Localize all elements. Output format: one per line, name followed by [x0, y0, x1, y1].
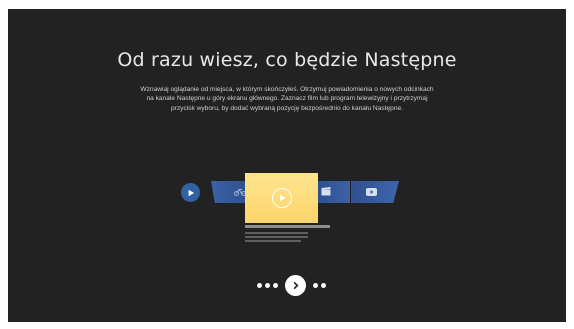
- page-indicator: [8, 275, 566, 297]
- page-dot: [257, 283, 262, 288]
- page-dot: [313, 283, 318, 288]
- youtube-icon: [365, 183, 377, 201]
- page-dot: [265, 283, 270, 288]
- next-button[interactable]: [285, 275, 306, 296]
- content-tile: [211, 181, 249, 203]
- page-title: Od razu wiesz, co będzie Następne: [117, 49, 457, 71]
- play-circle-icon: [181, 183, 200, 202]
- play-circle-outline-icon: [271, 188, 292, 208]
- featured-tile: [245, 173, 318, 223]
- content-tile: [314, 181, 350, 203]
- content-tile: [351, 181, 399, 203]
- page-description: Wznawiaj oglądanie od miejsca, w którym …: [140, 86, 434, 112]
- text-placeholder-bar: [245, 236, 308, 238]
- text-placeholder-bar: [245, 232, 308, 234]
- title-placeholder-bar: [245, 225, 330, 228]
- text-placeholder-bar: [245, 240, 301, 242]
- page-dot: [321, 283, 326, 288]
- page-dot: [273, 283, 278, 288]
- clapperboard-icon: [321, 183, 331, 201]
- chevron-right-icon: [291, 281, 300, 290]
- onboarding-screen: Od razu wiesz, co będzie Następne Wznawi…: [8, 9, 566, 322]
